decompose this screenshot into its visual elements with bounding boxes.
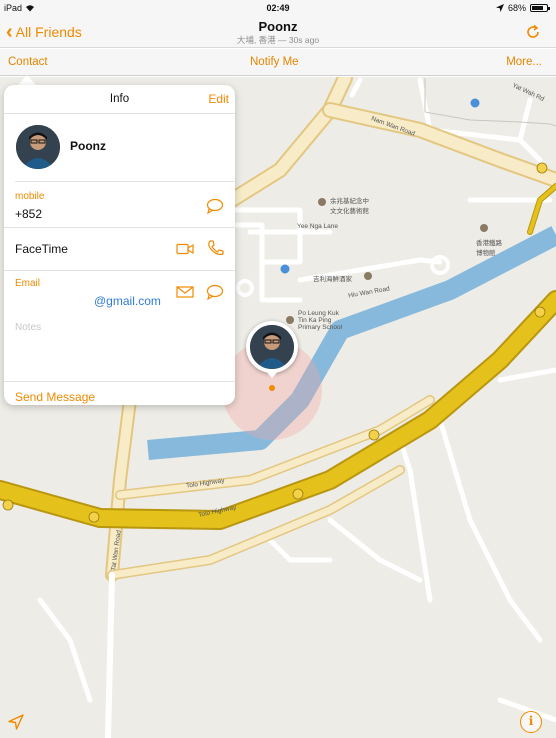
map-label-cultural-centre: 余兆基紀念中 文文化藝術館	[330, 198, 369, 215]
facetime-label: FaceTime	[15, 242, 68, 256]
more-button[interactable]: More...	[506, 56, 542, 68]
person-photo-icon	[16, 125, 60, 169]
page-title: Poonz	[258, 19, 298, 34]
nav-bar: ‹ All Friends Poonz 大埔, 香港 — 30s ago	[0, 18, 556, 48]
notify-me-button[interactable]: Notify Me	[250, 56, 299, 68]
friend-location-pin[interactable]	[246, 321, 298, 373]
parking-marker	[470, 98, 480, 108]
map-label-yee-nga-lane: Yee Nga Lane	[297, 223, 338, 230]
map-label-restaurant: 吉利海鮮酒家	[313, 276, 352, 283]
contact-button[interactable]: Contact	[8, 56, 48, 68]
phone-icon[interactable]	[206, 240, 224, 256]
contact-info-popover: Info Edit Poonz mobile +852 FaceTime Ema…	[4, 85, 235, 405]
video-call-icon[interactable]	[176, 241, 194, 257]
popover-header: Info Edit	[4, 85, 235, 114]
edit-button[interactable]: Edit	[208, 92, 229, 106]
divider	[15, 181, 235, 182]
message-icon[interactable]	[206, 284, 224, 300]
toolbar: Contact Notify Me More...	[0, 49, 556, 76]
location-arrow-icon[interactable]	[6, 712, 26, 732]
mobile-number[interactable]: +852	[15, 207, 42, 221]
pin-pointer	[264, 369, 280, 378]
status-time: 02:49	[266, 3, 290, 13]
battery-icon	[530, 4, 550, 12]
person-photo-icon	[250, 325, 294, 369]
map-label-museum: 香港鐵路 博物館	[476, 240, 502, 257]
battery-percent: 68%	[507, 3, 526, 13]
mobile-label: mobile	[15, 191, 45, 202]
popover-arrow	[18, 75, 36, 85]
contact-name: Poonz	[70, 139, 106, 153]
notes-field[interactable]: Notes	[15, 322, 41, 333]
refresh-icon[interactable]	[524, 23, 542, 41]
pin-avatar	[250, 325, 294, 369]
popover-title: Info	[109, 93, 130, 105]
location-dot	[269, 385, 275, 391]
info-icon[interactable]: i	[520, 711, 542, 733]
location-arrow-icon	[495, 4, 504, 12]
message-icon[interactable]	[206, 198, 224, 214]
divider	[4, 270, 235, 271]
status-right: 68%	[495, 3, 550, 13]
divider	[4, 227, 235, 228]
email-address[interactable]: @gmail.com	[94, 294, 161, 308]
status-bar: iPad 02:49 68%	[0, 0, 556, 18]
location-subtitle: 大埔, 香港 — 30s ago	[236, 35, 320, 45]
send-message-button[interactable]: Send Message	[15, 390, 95, 404]
mail-icon[interactable]	[176, 284, 194, 300]
map-label-school: Po Leung Kuk Tin Ka Ping Primary School	[298, 310, 343, 331]
divider	[4, 381, 235, 382]
email-label: Email	[15, 278, 41, 289]
avatar	[16, 125, 60, 169]
poi-marker	[318, 198, 326, 206]
